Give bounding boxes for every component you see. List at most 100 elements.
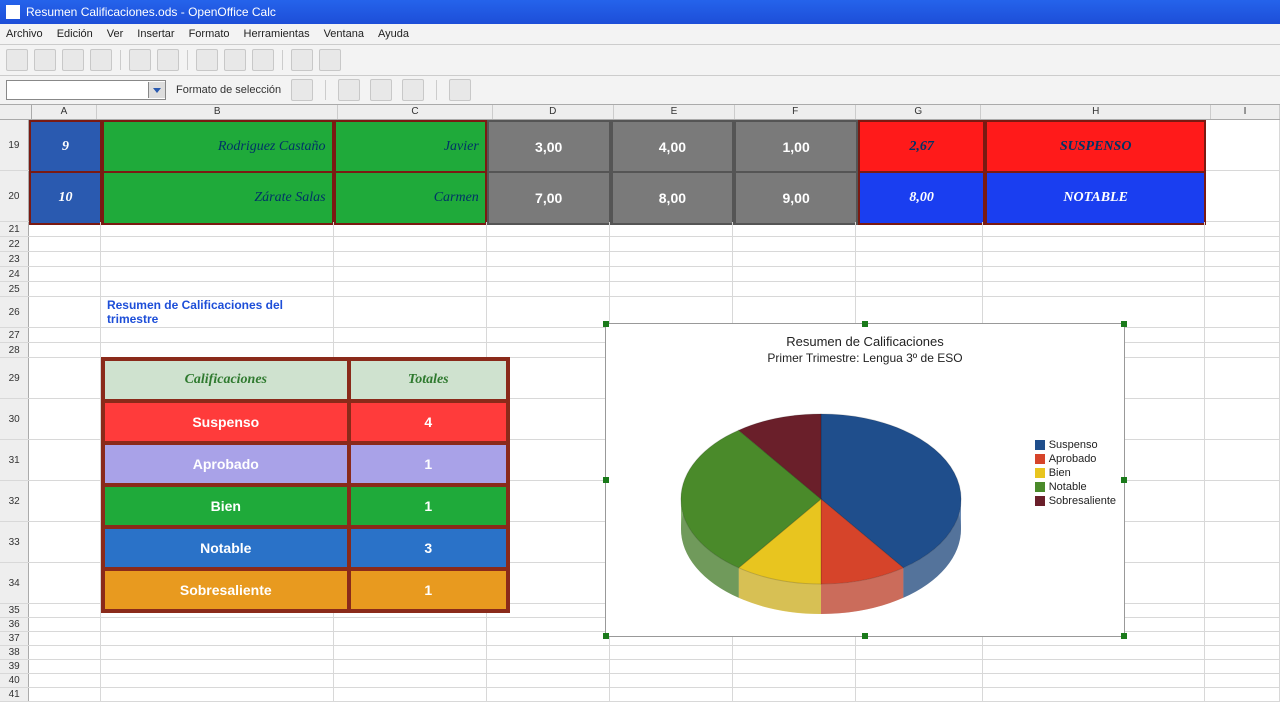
cell[interactable]: 9 xyxy=(29,120,102,174)
cell[interactable] xyxy=(334,297,487,327)
cell[interactable] xyxy=(1205,440,1280,480)
cell[interactable] xyxy=(1205,252,1280,266)
cell[interactable] xyxy=(487,343,610,357)
print-button[interactable] xyxy=(157,49,179,71)
cell[interactable] xyxy=(487,660,610,673)
cell[interactable] xyxy=(610,267,733,281)
align-left-icon[interactable] xyxy=(338,79,360,101)
cell[interactable] xyxy=(29,660,101,673)
cell[interactable] xyxy=(101,343,334,357)
cell[interactable] xyxy=(1205,604,1280,617)
cell[interactable]: Javier xyxy=(334,120,487,174)
cell[interactable] xyxy=(1205,358,1280,398)
cut-button[interactable] xyxy=(196,49,218,71)
cell[interactable] xyxy=(983,237,1205,251)
cell[interactable] xyxy=(856,252,983,266)
cell[interactable] xyxy=(101,267,334,281)
cell[interactable] xyxy=(334,632,487,645)
row-header[interactable]: 20 xyxy=(0,171,29,221)
cell[interactable] xyxy=(29,563,101,603)
pie-chart-object[interactable]: Resumen de Calificaciones Primer Trimest… xyxy=(605,323,1125,637)
cell[interactable] xyxy=(983,688,1205,701)
row-header[interactable]: 35 xyxy=(0,604,29,617)
cell[interactable] xyxy=(29,343,101,357)
row-header[interactable]: 37 xyxy=(0,632,29,645)
cell[interactable] xyxy=(101,282,334,296)
cell[interactable] xyxy=(487,632,610,645)
cell[interactable] xyxy=(487,282,610,296)
cell[interactable] xyxy=(101,328,334,342)
cell[interactable] xyxy=(1205,674,1280,687)
cell[interactable] xyxy=(334,646,487,659)
cell[interactable] xyxy=(733,237,856,251)
cell[interactable] xyxy=(29,358,101,398)
cell[interactable]: 7,00 xyxy=(487,171,611,225)
col-A[interactable]: A xyxy=(32,105,97,119)
cell[interactable] xyxy=(487,222,610,236)
cell[interactable] xyxy=(334,343,487,357)
menu-insertar[interactable]: Insertar xyxy=(137,28,174,40)
cell[interactable] xyxy=(487,252,610,266)
cell[interactable] xyxy=(334,660,487,673)
font-color-icon[interactable] xyxy=(402,79,424,101)
cell[interactable]: Rodriguez Castaño xyxy=(102,120,333,174)
row-header[interactable]: 41 xyxy=(0,688,29,701)
new-button[interactable] xyxy=(6,49,28,71)
cell[interactable] xyxy=(101,252,334,266)
cell[interactable] xyxy=(29,604,101,617)
cell[interactable]: 1,00 xyxy=(734,120,858,174)
cell[interactable] xyxy=(856,646,983,659)
col-E[interactable]: E xyxy=(614,105,735,119)
cell[interactable] xyxy=(856,237,983,251)
cell[interactable] xyxy=(856,660,983,673)
align-center-icon[interactable] xyxy=(370,79,392,101)
cell[interactable]: 3,00 xyxy=(487,120,611,174)
col-F[interactable]: F xyxy=(735,105,856,119)
cell[interactable]: SUSPENSO xyxy=(985,120,1206,174)
cell[interactable] xyxy=(334,328,487,342)
pdf-button[interactable] xyxy=(129,49,151,71)
menu-archivo[interactable]: Archivo xyxy=(6,28,43,40)
cell[interactable] xyxy=(1205,237,1280,251)
cell[interactable]: Resumen de Calificaciones del trimestre xyxy=(101,297,334,327)
cell[interactable] xyxy=(733,674,856,687)
chart-icon[interactable] xyxy=(449,79,471,101)
cell[interactable] xyxy=(29,440,101,480)
cell[interactable] xyxy=(29,618,101,631)
mail-button[interactable] xyxy=(90,49,112,71)
cell[interactable] xyxy=(856,688,983,701)
cell[interactable] xyxy=(29,399,101,439)
row-header[interactable]: 23 xyxy=(0,252,29,266)
row-header[interactable]: 24 xyxy=(0,267,29,281)
cell[interactable] xyxy=(29,282,101,296)
col-H[interactable]: H xyxy=(981,105,1211,119)
row-header[interactable]: 29 xyxy=(0,358,29,398)
cell[interactable] xyxy=(1205,267,1280,281)
cell[interactable] xyxy=(487,688,610,701)
cell[interactable] xyxy=(334,267,487,281)
cell[interactable]: 8,00 xyxy=(858,171,985,225)
cell[interactable] xyxy=(733,222,856,236)
row-header[interactable]: 32 xyxy=(0,481,29,521)
cell[interactable] xyxy=(1205,632,1280,645)
cell[interactable] xyxy=(983,646,1205,659)
cell[interactable] xyxy=(1205,343,1280,357)
cell[interactable] xyxy=(29,646,101,659)
cell[interactable] xyxy=(29,632,101,645)
cell[interactable] xyxy=(610,237,733,251)
cell[interactable]: Zárate Salas xyxy=(102,171,333,225)
cell[interactable] xyxy=(101,618,334,631)
cell[interactable] xyxy=(101,674,334,687)
row-header[interactable]: 30 xyxy=(0,399,29,439)
cell[interactable] xyxy=(856,222,983,236)
cell[interactable] xyxy=(1205,222,1280,236)
cell[interactable] xyxy=(29,297,101,327)
cell[interactable]: Carmen xyxy=(334,171,487,225)
menu-edición[interactable]: Edición xyxy=(57,28,93,40)
cell[interactable]: NOTABLE xyxy=(985,171,1206,225)
col-D[interactable]: D xyxy=(493,105,614,119)
cell[interactable] xyxy=(29,267,101,281)
cell[interactable] xyxy=(733,252,856,266)
cell[interactable] xyxy=(101,688,334,701)
cell[interactable] xyxy=(1205,297,1280,327)
